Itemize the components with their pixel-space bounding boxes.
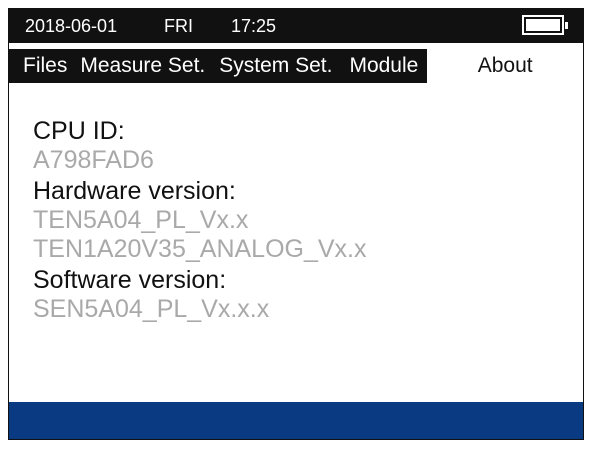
software-version-value: SEN5A04_PL_Vx.x.x — [33, 295, 270, 323]
cpu-id-value: A798FAD6 — [33, 146, 154, 174]
menu-files[interactable]: Files — [9, 49, 73, 83]
status-day: FRI — [164, 16, 193, 36]
hardware-version-label: Hardware version: — [33, 177, 236, 205]
menu-module-label: Module — [349, 54, 419, 77]
menu-measure-set[interactable]: Measure Set. — [73, 49, 212, 83]
menu-about-label: About — [477, 54, 533, 77]
hardware-version-value: TEN5A04_PL_Vx.x — [33, 206, 249, 234]
menu-about[interactable]: About — [427, 49, 583, 83]
software-version-label: Software version: — [33, 266, 227, 294]
footer-bar — [9, 402, 583, 439]
status-bar: 2018-06-01 FRI 17:25 — [9, 9, 583, 43]
menu-bar: Files Measure Set. System Set. Module Ab… — [9, 49, 583, 83]
device-screen: 2018-06-01 FRI 17:25 Files Measure Set. … — [8, 8, 584, 440]
menu-measure-set-label: Measure Set. — [80, 54, 206, 77]
hardware-version-value: TEN1A20V35_ANALOG_Vx.x — [33, 235, 367, 263]
about-panel: CPU ID: A798FAD6 Hardware version: TEN5A… — [33, 117, 573, 324]
menu-module[interactable]: Module — [339, 49, 427, 83]
menu-system-set-label: System Set. — [219, 54, 333, 77]
status-date: 2018-06-01 — [25, 16, 118, 36]
menu-files-label: Files — [23, 54, 68, 77]
status-time: 17:25 — [231, 16, 277, 36]
cpu-id-label: CPU ID: — [33, 117, 125, 145]
menu-system-set[interactable]: System Set. — [212, 49, 339, 83]
battery-icon — [522, 15, 568, 35]
